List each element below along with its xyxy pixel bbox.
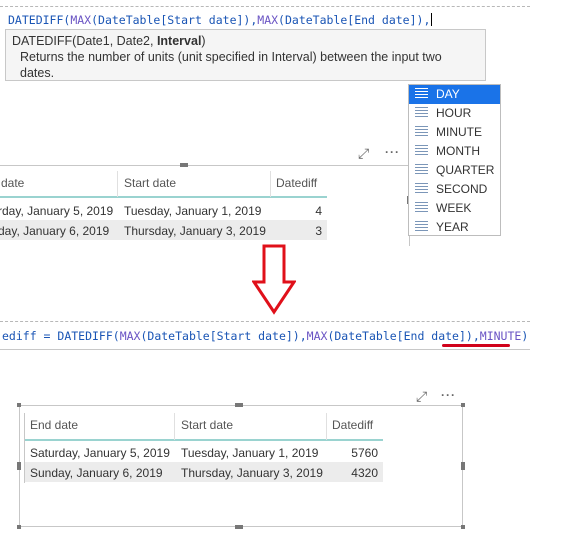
column-separator xyxy=(270,171,271,197)
table-cell: 5760 xyxy=(351,446,378,460)
resize-handle-corner[interactable] xyxy=(17,403,21,407)
interval-option-quarter[interactable]: QUARTER xyxy=(409,161,500,180)
interval-option-second[interactable]: SECOND xyxy=(409,180,500,199)
function-signature: DATEDIFF(Date1, Date2, Interval) xyxy=(12,34,206,48)
table-cell: day, January 6, 2019 xyxy=(0,224,110,238)
formula-bar-bottom-border xyxy=(0,321,530,322)
table-header-divider xyxy=(24,439,383,441)
column-separator xyxy=(174,413,175,440)
enum-icon xyxy=(415,202,428,215)
interval-option-week[interactable]: WEEK xyxy=(409,199,500,218)
enum-icon xyxy=(415,126,428,139)
enum-icon xyxy=(415,145,428,158)
table-cell: 4320 xyxy=(351,466,378,480)
arg-start-date: (DateTable[Start date]), xyxy=(140,329,307,343)
fn-max-1: MAX xyxy=(119,329,141,343)
column-separator xyxy=(117,171,118,197)
column-header-start-date[interactable]: Start date xyxy=(124,176,176,190)
column-header-end-date[interactable]: End date xyxy=(30,418,78,432)
enum-icon xyxy=(415,183,428,196)
visual-frame-top xyxy=(0,165,410,166)
more-options-icon[interactable]: ··· xyxy=(441,389,456,401)
resize-handle-top[interactable] xyxy=(235,403,243,407)
table-cell: Sunday, January 6, 2019 xyxy=(30,466,163,480)
column-header-end-date[interactable]: date xyxy=(1,176,24,190)
function-description: Returns the number of units (unit specif… xyxy=(20,50,442,80)
resize-handle-right[interactable] xyxy=(461,462,465,470)
table-cell: Thursday, January 3, 2019 xyxy=(181,466,323,480)
table-cell: 4 xyxy=(315,204,322,218)
arg-start-date: (DateTable[Start date]), xyxy=(91,13,258,27)
interval-option-year[interactable]: YEAR xyxy=(409,218,500,237)
resize-handle-top[interactable] xyxy=(180,163,188,167)
function-tooltip: DATEDIFF(Date1, Date2, Interval) Returns… xyxy=(5,29,486,81)
table-cell: Saturday, January 5, 2019 xyxy=(30,446,170,460)
table-cell: Thursday, January 3, 2019 xyxy=(124,224,266,238)
fn-datediff: DATEDIFF( xyxy=(57,329,120,343)
enum-icon xyxy=(415,164,428,177)
fn-max-2: MAX xyxy=(306,329,328,343)
more-options-icon[interactable]: ··· xyxy=(385,146,400,158)
table-header-divider xyxy=(0,196,327,198)
resize-handle-corner[interactable] xyxy=(17,525,21,529)
arg-end-date: (DateTable[End date]), xyxy=(327,329,480,343)
formula-bar-bottom-line xyxy=(0,349,530,350)
resize-handle-bottom[interactable] xyxy=(235,525,243,529)
interval-option-minute[interactable]: MINUTE xyxy=(409,123,500,142)
table-cell: 3 xyxy=(315,224,322,238)
column-separator xyxy=(326,413,327,440)
arg-end-date: (DateTable[End date]), xyxy=(278,13,431,27)
formula-bar-top-border xyxy=(0,6,530,7)
resize-handle-corner[interactable] xyxy=(461,403,465,407)
enum-icon xyxy=(415,221,428,234)
interval-option-day[interactable]: DAY xyxy=(409,85,500,104)
resize-handle-corner[interactable] xyxy=(461,525,465,529)
column-header-datediff[interactable]: Datediff xyxy=(332,418,373,432)
column-header-datediff[interactable]: Datediff xyxy=(276,176,317,190)
focus-mode-icon[interactable]: ⤢ xyxy=(358,146,369,160)
enum-icon xyxy=(415,107,428,120)
formula-text-bottom[interactable]: ediff = DATEDIFF(MAX(DateTable[Start dat… xyxy=(2,329,528,343)
arg-interval-minute: MINUTE xyxy=(479,329,522,343)
table-cell: Tuesday, January 1, 2019 xyxy=(124,204,262,218)
fn-max-2: MAX xyxy=(257,13,279,27)
focus-mode-icon[interactable]: ⤢ xyxy=(416,389,427,403)
fn-max-1: MAX xyxy=(70,13,92,27)
interval-option-hour[interactable]: HOUR xyxy=(409,104,500,123)
interval-option-month[interactable]: MONTH xyxy=(409,142,500,161)
enum-icon xyxy=(415,88,428,101)
table-cell: rday, January 5, 2019 xyxy=(0,204,114,218)
interval-autocomplete-list[interactable]: DAY HOUR MINUTE MONTH QUARTER SECOND WEE… xyxy=(408,84,501,236)
resize-handle-left[interactable] xyxy=(17,462,21,470)
table-cell: Tuesday, January 1, 2019 xyxy=(181,446,319,460)
fn-datediff: DATEDIFF( xyxy=(8,13,71,27)
down-arrow-icon xyxy=(252,244,296,315)
highlight-underline xyxy=(442,344,510,347)
text-caret xyxy=(431,13,433,26)
formula-text-top[interactable]: DATEDIFF(MAX(DateTable[Start date]),MAX(… xyxy=(8,13,433,27)
column-header-start-date[interactable]: Start date xyxy=(181,418,233,432)
